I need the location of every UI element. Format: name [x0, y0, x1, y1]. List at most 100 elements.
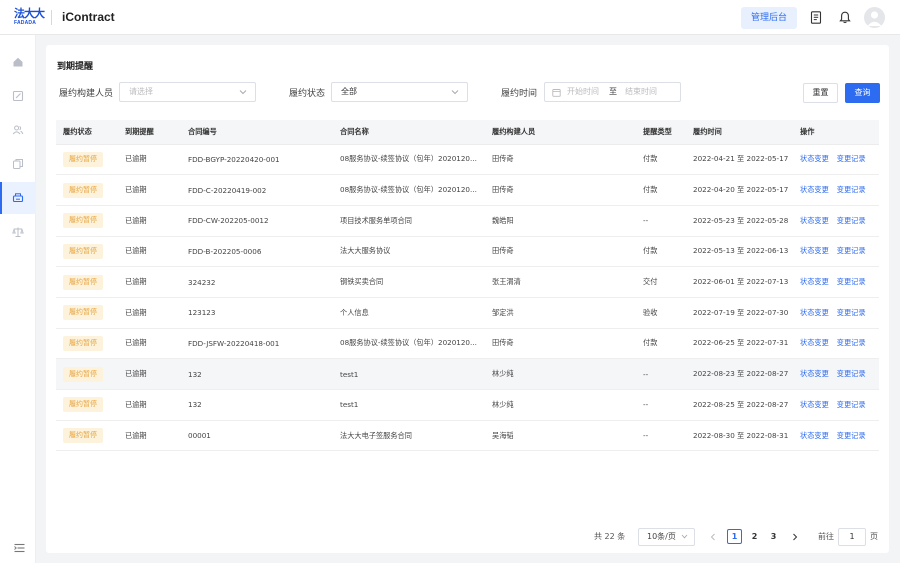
date-range-picker[interactable]: 开始时间 至 结束时间	[544, 82, 681, 102]
start-date-input[interactable]: 开始时间	[567, 83, 599, 101]
col-header-reminder: 到期提醒	[118, 120, 181, 145]
builder-cell: 邹定洪	[485, 297, 636, 329]
change-status-link[interactable]: 状态变更	[800, 185, 829, 194]
table-row: 履约暂停 已逾期 FDD-JSFW-20220418-001 08服务协议-续签协议（…	[56, 328, 879, 360]
prev-page-icon[interactable]	[707, 529, 719, 544]
query-button[interactable]: 查询	[845, 83, 880, 103]
table-row: 履约暂停 已逾期 FDD-CW-202205-0012 项目技术服务单项合同 魏皓阳 --…	[56, 205, 879, 237]
change-log-link[interactable]: 变更记录	[837, 154, 866, 163]
sidebar	[0, 35, 36, 563]
user-avatar-icon[interactable]	[864, 7, 885, 28]
goto-page-input[interactable]: 1	[838, 528, 866, 546]
col-header-name: 合同名称	[333, 120, 485, 145]
sidebar-item-home[interactable]	[0, 46, 36, 78]
end-date-input[interactable]: 结束时间	[625, 83, 657, 101]
status-badge: 履约暂停	[63, 397, 103, 413]
col-header-code: 合同编号	[181, 120, 333, 145]
home-icon	[13, 57, 23, 67]
actions-cell: 状态变更 变更记录	[793, 328, 879, 360]
contract-name-cell: 法大大电子签服务合同	[333, 420, 485, 452]
change-status-link[interactable]: 状态变更	[800, 369, 829, 378]
change-log-link[interactable]: 变更记录	[837, 338, 866, 347]
change-log-link[interactable]: 变更记录	[837, 277, 866, 286]
page-2[interactable]: 2	[747, 529, 762, 544]
reminder-type-cell: --	[636, 420, 686, 452]
page-1[interactable]: 1	[727, 529, 742, 544]
copy-icon	[13, 159, 23, 169]
change-status-link[interactable]: 状态变更	[800, 308, 829, 317]
document-icon[interactable]	[809, 10, 823, 24]
builder-cell: 田传奇	[485, 328, 636, 360]
contract-name-cell: 08服务协议-续签协议（包年）2020120...	[333, 328, 485, 360]
status-badge: 履约暂停	[63, 243, 103, 259]
reset-button[interactable]: 重置	[803, 83, 838, 103]
change-status-link[interactable]: 状态变更	[800, 216, 829, 225]
change-log-link[interactable]: 变更记录	[837, 216, 866, 225]
time-cell: 2022-08-30 至 2022-08-31	[686, 420, 793, 452]
change-status-link[interactable]: 状态变更	[800, 400, 829, 409]
change-log-link[interactable]: 变更记录	[837, 185, 866, 194]
edit-icon	[12, 90, 24, 102]
next-page-icon[interactable]	[789, 529, 801, 544]
app-name: iContract	[62, 10, 115, 24]
time-cell: 2022-04-20 至 2022-05-17	[686, 174, 793, 206]
time-cell: 2022-08-23 至 2022-08-27	[686, 358, 793, 390]
reminder-type-cell: --	[636, 389, 686, 421]
contract-name-cell: test1	[333, 358, 485, 390]
change-status-link[interactable]: 状态变更	[800, 431, 829, 440]
page-size-select[interactable]: 10条/页	[638, 528, 695, 546]
admin-console-button[interactable]: 管理后台	[741, 7, 797, 29]
builder-cell: 林少纯	[485, 389, 636, 421]
page-3[interactable]: 3	[766, 529, 781, 544]
time-cell: 2022-05-13 至 2022-06-13	[686, 236, 793, 268]
builder-cell: 吴海韬	[485, 420, 636, 452]
status-cell: 履约暂停	[56, 389, 118, 421]
time-cell: 2022-06-01 至 2022-07-13	[686, 266, 793, 298]
actions-cell: 状态变更 变更记录	[793, 144, 879, 176]
builder-cell: 林少纯	[485, 358, 636, 390]
reminder-cell: 已逾期	[118, 358, 181, 390]
sidebar-item-copy[interactable]	[0, 148, 36, 180]
change-log-link[interactable]: 变更记录	[837, 369, 866, 378]
change-status-link[interactable]: 状态变更	[800, 277, 829, 286]
status-cell: 履约暂停	[56, 174, 118, 206]
change-status-link[interactable]: 状态变更	[800, 154, 829, 163]
top-bar: 法大大 FADADA iContract 管理后台	[0, 0, 900, 35]
sidebar-item-scale[interactable]	[0, 216, 36, 248]
chevron-down-icon	[451, 90, 459, 95]
fadada-logo[interactable]: 法大大 FADADA	[14, 9, 45, 27]
time-cell: 2022-06-25 至 2022-07-31	[686, 328, 793, 360]
table-row: 履约暂停 已逾期 132 test1 林少纯 -- 2022-08-23 至 2022-08…	[56, 358, 879, 390]
chevron-down-icon	[239, 90, 247, 95]
status-cell: 履约暂停	[56, 297, 118, 329]
change-log-link[interactable]: 变更记录	[837, 431, 866, 440]
users-icon	[12, 125, 24, 135]
menu-collapse-icon[interactable]	[12, 541, 26, 555]
time-cell: 2022-05-23 至 2022-05-28	[686, 205, 793, 237]
bell-icon[interactable]	[838, 10, 852, 24]
actions-cell: 状态变更 变更记录	[793, 266, 879, 298]
contract-code-cell: 324232	[181, 266, 333, 298]
time-cell: 2022-07-19 至 2022-07-30	[686, 297, 793, 329]
reminder-table: 履约状态 到期提醒 合同编号 合同名称 履约构建人员 提醒类型 履约时间 操作 …	[56, 120, 879, 452]
sidebar-item-users[interactable]	[0, 114, 36, 146]
reminder-cell: 已逾期	[118, 266, 181, 298]
status-badge: 履约暂停	[63, 335, 103, 351]
page-title: 到期提醒	[57, 62, 94, 72]
change-log-link[interactable]: 变更记录	[837, 308, 866, 317]
contract-name-cell: 钢铁买卖合同	[333, 266, 485, 298]
reminder-cell: 已逾期	[118, 205, 181, 237]
status-badge: 履约暂停	[63, 305, 103, 321]
change-status-link[interactable]: 状态变更	[800, 246, 829, 255]
actions-cell: 状态变更 变更记录	[793, 174, 879, 206]
reminder-cell: 已逾期	[118, 174, 181, 206]
builder-select[interactable]: 请选择	[119, 82, 256, 102]
contract-code-cell: FDD-BGYP-20220420-001	[181, 144, 333, 176]
sidebar-item-print[interactable]	[0, 182, 36, 214]
sidebar-item-edit[interactable]	[0, 80, 36, 112]
builder-cell: 田传奇	[485, 236, 636, 268]
change-log-link[interactable]: 变更记录	[837, 246, 866, 255]
change-status-link[interactable]: 状态变更	[800, 338, 829, 347]
change-log-link[interactable]: 变更记录	[837, 400, 866, 409]
status-select[interactable]: 全部	[331, 82, 468, 102]
